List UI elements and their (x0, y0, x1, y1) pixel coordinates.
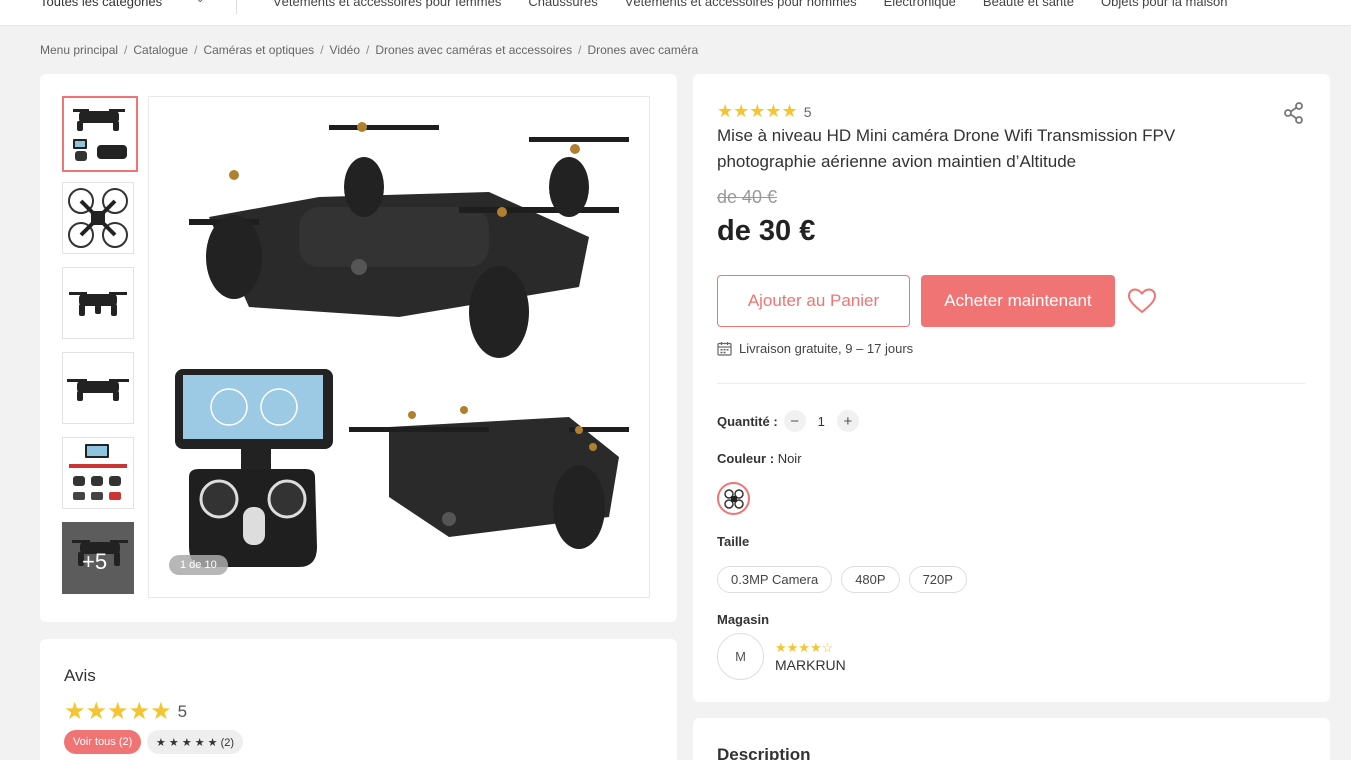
divider (717, 383, 1305, 384)
product-info: ★★★★★ 5 Mise à niveau HD Mini caméra Dro… (693, 74, 1330, 702)
buy-now-button[interactable]: Acheter maintenant (921, 275, 1115, 327)
category-links: Vêtements et accessoires pour femmes Cha… (273, 0, 1254, 9)
nav-link-home[interactable]: Objets pour la maison (1101, 0, 1227, 9)
quantity-decrease-button[interactable]: − (783, 410, 806, 432)
thumbnail-1[interactable] (62, 96, 138, 172)
current-price: de 30 € (717, 215, 816, 247)
calendar-icon (717, 342, 732, 356)
drone-side-image (69, 292, 127, 316)
reviews-title: Avis (64, 666, 96, 685)
nav-link-electronics[interactable]: Électronique (884, 0, 956, 9)
image-counter: 1 de 10 (169, 555, 228, 575)
size-options: 0.3MP Camera 480P 720P (717, 566, 976, 593)
quantity-increase-button[interactable]: + (836, 410, 859, 432)
reviews-section: Avis ★★★★★ 5 Voir tous (2) ★ ★ ★ ★ ★ (2) (40, 639, 677, 760)
reviews-rating-value: 5 (177, 701, 188, 721)
color-option: Couleur : Noir (717, 451, 802, 466)
rating-stars: ★★★★★ (717, 101, 798, 121)
reviews-stars: ★★★★★ (64, 698, 172, 725)
five-star-filter-button[interactable]: ★ ★ ★ ★ ★ (2) (147, 730, 244, 754)
drone-top-view-image (68, 188, 128, 248)
quantity-label: Quantité : (717, 413, 778, 429)
thumbnail-2[interactable] (62, 182, 134, 254)
nav-link-women[interactable]: Vêtements et accessoires pour femmes (273, 0, 501, 9)
description-title: Description (717, 745, 811, 760)
product-title: Mise à niveau HD Mini caméra Drone Wifi … (717, 126, 1176, 171)
quantity-value[interactable]: 1 (818, 414, 825, 429)
share-icon[interactable] (1283, 102, 1305, 124)
drone-front-image (67, 379, 129, 401)
breadcrumb-item[interactable]: Catalogue (133, 43, 188, 57)
breadcrumb-item[interactable]: Drones avec caméras et accessoires (375, 43, 572, 57)
store-rating-stars: ★★★★☆ (775, 640, 834, 655)
old-price: de 40 € (717, 187, 778, 207)
nav-link-beauty[interactable]: Beauté et santé (983, 0, 1074, 9)
color-value: Noir (777, 451, 802, 466)
breadcrumb-item[interactable]: Drones avec caméra (587, 43, 698, 57)
nav-link-shoes[interactable]: Chaussures (528, 0, 597, 9)
see-all-reviews-button[interactable]: Voir tous (2) (64, 730, 142, 754)
package-contents-image (69, 444, 127, 500)
nav-divider (236, 0, 237, 14)
heart-icon[interactable] (1127, 287, 1157, 315)
color-swatch-black[interactable] (717, 482, 750, 515)
more-images-label: +5 (82, 549, 108, 574)
reviews-rating: ★★★★★ 5 (64, 697, 187, 726)
rating-value: 5 (803, 103, 812, 120)
top-navigation: Toutes les catégories ⌄ Vêtements et acc… (0, 0, 1351, 26)
drone-thumbnail-image (73, 109, 127, 161)
breadcrumb-item[interactable]: Caméras et optiques (203, 43, 314, 57)
breadcrumb-item[interactable]: Vidéo (330, 43, 360, 57)
store-label: Magasin (717, 612, 770, 627)
thumbnail-list: +5 (62, 96, 138, 607)
thumbnail-5[interactable] (62, 437, 134, 509)
category-select[interactable]: Toutes les catégories ⌄ (40, 0, 204, 9)
drone-swatch-image (723, 488, 744, 509)
store-name[interactable]: MARKRUN (775, 657, 846, 673)
thumbnail-4[interactable] (62, 352, 134, 424)
quantity-stepper: Quantité : − 1 + (717, 410, 859, 432)
size-option[interactable]: 480P (841, 566, 900, 593)
size-label: Taille (717, 534, 750, 549)
description-section: Description (693, 718, 1330, 760)
main-product-image[interactable]: 1 de 10 (148, 96, 650, 598)
nav-link-men[interactable]: Vêtements et accessoires pour hommes (625, 0, 857, 9)
size-option[interactable]: 0.3MP Camera (717, 566, 833, 593)
size-option[interactable]: 720P (908, 566, 967, 593)
thumbnail-3[interactable] (62, 267, 134, 339)
breadcrumb: Menu principal / Catalogue / Caméras et op… (40, 43, 699, 57)
product-rating[interactable]: ★★★★★ 5 (717, 101, 811, 122)
product-gallery: +5 1 de 10 (40, 74, 677, 622)
add-to-cart-button[interactable]: Ajouter au Panier (717, 275, 910, 327)
shipping-info: Livraison gratuite, 9 – 17 jours (717, 341, 913, 356)
color-label: Couleur : (717, 451, 775, 466)
drone-product-image (175, 122, 629, 567)
thumbnail-more[interactable]: +5 (62, 522, 134, 594)
shipping-text: Livraison gratuite, 9 – 17 jours (739, 341, 914, 356)
category-select-label: Toutes les catégories (40, 0, 163, 9)
breadcrumb-item[interactable]: Menu principal (40, 43, 118, 57)
store-avatar[interactable]: M (717, 633, 764, 680)
chevron-down-icon: ⌄ (196, 0, 204, 5)
